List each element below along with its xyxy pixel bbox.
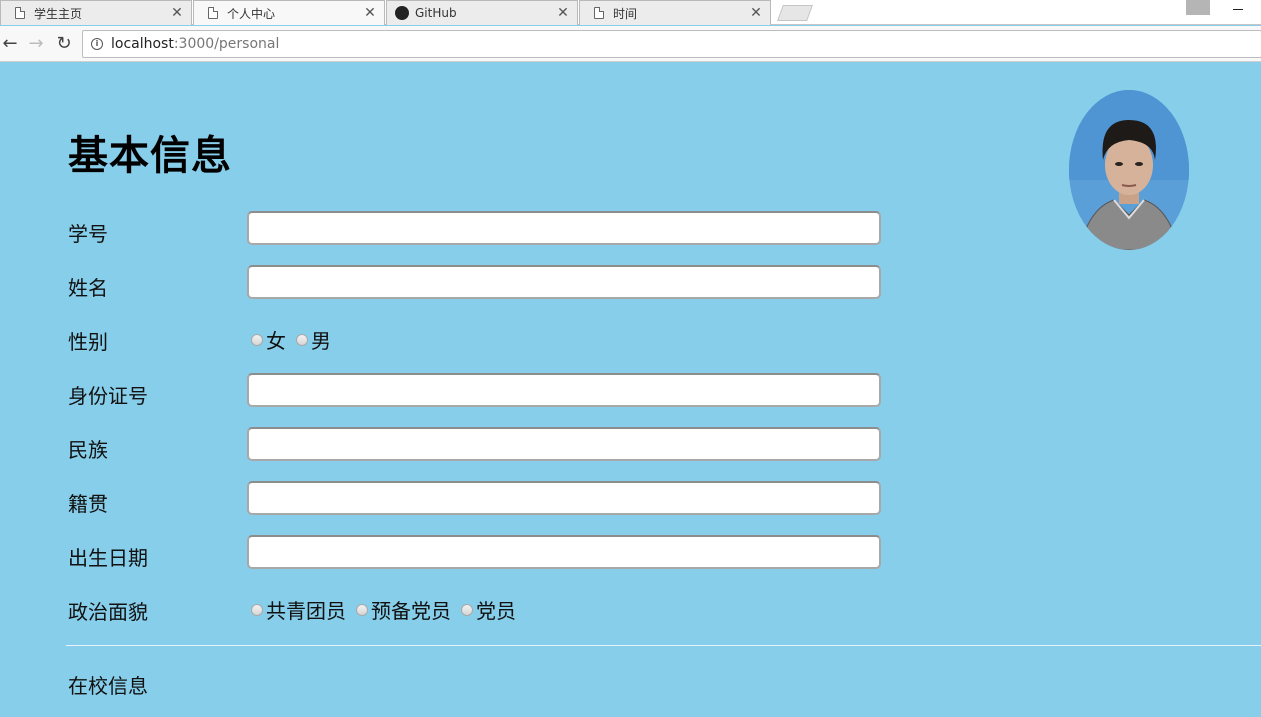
- gender-row: 性别 女 男: [68, 319, 888, 355]
- url-path: :3000/personal: [173, 36, 280, 52]
- birth-date-input[interactable]: [247, 535, 881, 569]
- page-title: 基本信息: [68, 133, 232, 179]
- tab-title: 时间: [613, 6, 638, 21]
- student-id-label: 学号: [68, 222, 108, 246]
- url-host: localhost: [111, 36, 174, 52]
- document-icon: [15, 7, 25, 19]
- github-icon: [395, 6, 409, 20]
- tab-personal-center[interactable]: 个人中心 ✕: [193, 0, 385, 25]
- name-row: 姓名: [68, 265, 888, 301]
- ethnicity-label: 民族: [68, 438, 108, 462]
- political-status-radio-group: 共青团员 预备党员 党员: [251, 595, 526, 624]
- tab-title: 个人中心: [227, 6, 276, 21]
- id-number-label: 身份证号: [68, 384, 148, 408]
- forward-arrow-icon[interactable]: →: [26, 34, 46, 54]
- gender-radio-male[interactable]: [296, 333, 308, 346]
- id-number-row: 身份证号: [68, 373, 888, 409]
- close-icon[interactable]: ✕: [555, 5, 571, 21]
- browser-toolbar: ← → ↻ i localhost :3000/personal: [0, 26, 1261, 62]
- tab-time[interactable]: 时间 ✕: [579, 0, 771, 25]
- tab-strip: 学生主页 ✕ 个人中心 ✕ GitHub ✕ 时间 ✕: [0, 0, 1261, 25]
- student-id-input[interactable]: [247, 211, 881, 245]
- document-icon: [208, 7, 218, 19]
- student-id-row: 学号: [68, 211, 888, 247]
- gender-radio-female[interactable]: [251, 333, 263, 346]
- political-status-row: 政治面貌 共青团员 预备党员 党员: [68, 589, 888, 625]
- gender-option-label: 男: [311, 329, 331, 353]
- political-option-label: 预备党员: [371, 599, 451, 623]
- address-bar[interactable]: i localhost :3000/personal: [82, 30, 1261, 58]
- new-tab-button[interactable]: [777, 5, 813, 21]
- political-radio-probationary[interactable]: [356, 603, 368, 616]
- close-icon[interactable]: ✕: [748, 5, 764, 21]
- political-radio-league-member[interactable]: [251, 603, 263, 616]
- reload-icon[interactable]: ↻: [54, 34, 74, 54]
- id-number-input[interactable]: [247, 373, 881, 407]
- page-content: 基本信息 学号 姓名 性别 女 男 身份证号 民族 籍贯 出生日期 政治面貌 共…: [0, 63, 1261, 717]
- gender-label: 性别: [68, 330, 108, 354]
- close-icon[interactable]: ✕: [362, 5, 378, 21]
- gender-option-label: 女: [266, 329, 286, 353]
- gender-radio-group: 女 男: [251, 325, 341, 354]
- political-status-label: 政治面貌: [68, 600, 148, 624]
- ethnicity-input[interactable]: [247, 427, 881, 461]
- birth-date-label: 出生日期: [68, 546, 148, 570]
- tab-title: GitHub: [415, 6, 457, 20]
- ethnicity-row: 民族: [68, 427, 888, 463]
- political-option-label: 党员: [476, 599, 516, 623]
- section-title-school-info: 在校信息: [68, 674, 148, 698]
- political-radio-party-member[interactable]: [461, 603, 473, 616]
- native-place-row: 籍贯: [68, 481, 888, 517]
- profile-icon[interactable]: [1186, 0, 1210, 15]
- name-label: 姓名: [68, 276, 108, 300]
- name-input[interactable]: [247, 265, 881, 299]
- document-icon: [594, 7, 604, 19]
- tab-title: 学生主页: [34, 6, 83, 21]
- tab-student-home[interactable]: 学生主页 ✕: [0, 0, 192, 25]
- avatar: [1069, 90, 1189, 250]
- avatar-portrait-image: [1069, 90, 1189, 250]
- section-divider: [66, 645, 1261, 646]
- close-icon[interactable]: ✕: [169, 5, 185, 21]
- native-place-label: 籍贯: [68, 492, 108, 516]
- birth-date-row: 出生日期: [68, 535, 888, 571]
- tab-github[interactable]: GitHub ✕: [386, 0, 578, 25]
- info-icon[interactable]: i: [91, 38, 103, 50]
- minimize-icon[interactable]: [1233, 9, 1243, 10]
- back-arrow-icon[interactable]: ←: [0, 34, 20, 54]
- political-option-label: 共青团员: [266, 599, 346, 623]
- native-place-input[interactable]: [247, 481, 881, 515]
